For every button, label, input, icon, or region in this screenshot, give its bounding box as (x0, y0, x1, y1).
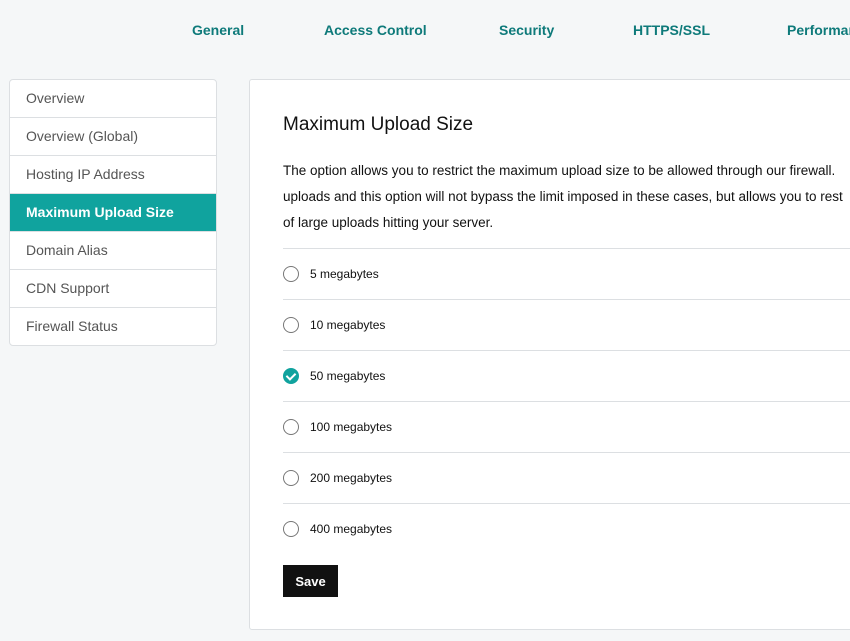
sidebar-item-overview-global[interactable]: Overview (Global) (10, 118, 216, 156)
option-400mb[interactable]: 400 megabytes (283, 503, 850, 554)
radio-checked-icon[interactable] (283, 368, 299, 384)
description-line: uploads and this option will not bypass … (283, 189, 843, 204)
option-label: 400 megabytes (310, 522, 393, 536)
option-50mb[interactable]: 50 megabytes (283, 350, 850, 401)
option-200mb[interactable]: 200 megabytes (283, 452, 850, 503)
upload-size-options: 5 megabytes 10 megabytes 50 megabytes 10… (283, 248, 850, 554)
tab-access-control[interactable]: Access Control (324, 22, 427, 38)
option-5mb[interactable]: 5 megabytes (283, 248, 850, 299)
page-title: Maximum Upload Size (283, 114, 474, 135)
tab-general[interactable]: General (192, 22, 244, 38)
description-line: of large uploads hitting your server. (283, 215, 494, 230)
sidebar-item-maximum-upload-size[interactable]: Maximum Upload Size (10, 194, 216, 232)
radio-unchecked-icon[interactable] (283, 266, 299, 282)
option-label: 5 megabytes (310, 267, 379, 281)
radio-unchecked-icon[interactable] (283, 470, 299, 486)
option-10mb[interactable]: 10 megabytes (283, 299, 850, 350)
top-nav: General Access Control Security HTTPS/SS… (0, 0, 850, 60)
sidebar: Overview Overview (Global) Hosting IP Ad… (9, 79, 217, 346)
sidebar-item-domain-alias[interactable]: Domain Alias (10, 232, 216, 270)
description-line: The option allows you to restrict the ma… (283, 163, 836, 178)
radio-unchecked-icon[interactable] (283, 521, 299, 537)
option-label: 10 megabytes (310, 318, 386, 332)
tab-https-ssl[interactable]: HTTPS/SSL (633, 22, 710, 38)
sidebar-item-firewall-status[interactable]: Firewall Status (10, 308, 216, 345)
option-label: 200 megabytes (310, 471, 393, 485)
sidebar-item-hosting-ip-address[interactable]: Hosting IP Address (10, 156, 216, 194)
option-100mb[interactable]: 100 megabytes (283, 401, 850, 452)
description: The option allows you to restrict the ma… (283, 158, 850, 236)
option-label: 50 megabytes (310, 369, 386, 383)
tab-security[interactable]: Security (499, 22, 554, 38)
content-card: Maximum Upload Size The option allows yo… (249, 79, 850, 630)
option-label: 100 megabytes (310, 420, 393, 434)
tab-performance[interactable]: Performan (787, 22, 850, 38)
radio-unchecked-icon[interactable] (283, 419, 299, 435)
sidebar-item-overview[interactable]: Overview (10, 80, 216, 118)
save-button[interactable]: Save (283, 565, 338, 597)
radio-unchecked-icon[interactable] (283, 317, 299, 333)
sidebar-item-cdn-support[interactable]: CDN Support (10, 270, 216, 308)
